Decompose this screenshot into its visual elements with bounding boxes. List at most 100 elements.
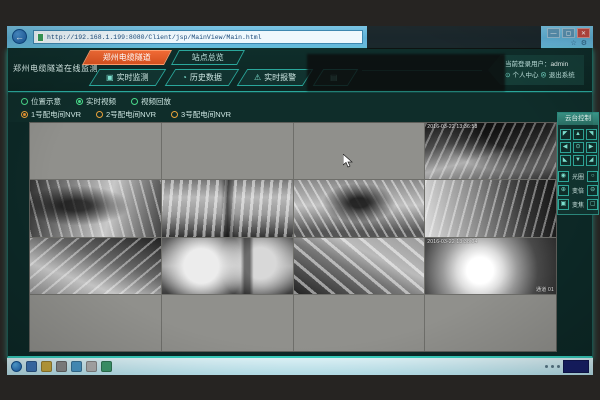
taskbar-app-icon[interactable] [86,361,97,372]
camera-timestamp: 2016-03-22 13:38:04 [427,239,477,245]
tray-icon[interactable] [545,365,548,368]
radio-live-video-label: 实时视频 [86,96,116,107]
nav-realtime-alarm-label: 实时报警 [265,73,297,82]
ptz-right-button[interactable]: ▶ [586,142,597,153]
ptz-up-button[interactable]: ▲ [573,129,584,140]
ptz-up-left-button[interactable]: ◤ [560,129,571,140]
camera-feed-4[interactable] [294,180,425,236]
page-icon [37,33,44,42]
camera-feed-1[interactable]: 2016-03-22 13:36:58 [425,123,556,179]
radio-nvr-3[interactable]: 3号配电间NVR [171,109,231,120]
ptz-down-button[interactable]: ▼ [573,155,584,166]
nav-realtime-monitor[interactable]: ▣实时监测 [89,69,166,86]
ptz-focus-row: ▣ 变焦 ▢ [558,199,598,210]
maximize-button[interactable]: ▢ [562,28,575,38]
camera-feed-5[interactable] [425,180,556,236]
iris-open-button[interactable]: ○ [587,171,598,182]
tab-bar: 郑州电缆隧道 站点总览 [86,50,241,65]
video-cell-empty [425,295,556,351]
camera-feed-8[interactable] [294,238,425,294]
back-button[interactable]: ← [12,29,27,44]
nvr-select-row: 1号配电间NVR 2号配电间NVR 3号配电间NVR [21,108,592,121]
tray-clock-area[interactable] [563,360,589,373]
video-cell-empty [30,123,161,179]
tools-gear-icon[interactable]: ⚙ [581,39,587,47]
ptz-auto-button[interactable]: ⊙ [573,142,584,153]
focus-far-button[interactable]: ▢ [587,199,598,210]
url-text: http://192.168.1.199:8080/Client/jsp/Mai… [47,34,262,41]
monitor-screen: ← http://192.168.1.199:8080/Client/jsp/M… [7,26,593,375]
video-cell-empty [162,295,293,351]
ptz-left-button[interactable]: ◀ [560,142,571,153]
person-icon: ⊙ [505,72,510,79]
nav-history-data-label: 历史数据 [189,73,221,82]
radio-nvr-1-label: 1号配电间NVR [31,109,81,120]
tab-site-overview-label: 站点总览 [192,51,224,65]
url-bar[interactable]: http://192.168.1.199:8080/Client/jsp/Mai… [33,30,363,44]
ptz-direction-pad: ◤ ▲ ◥ ◀ ⊙ ▶ ◣ ▼ ◢ [558,125,598,168]
camera-feed-6[interactable] [30,238,161,294]
camera-feed-7[interactable] [162,238,293,294]
surveillance-app: 郑州电缆隧道在线监测 郑州电缆隧道 站点总览 ▣实时监测 ◔历史数据 ⚠实时报警… [7,48,593,358]
tab-tunnel[interactable]: 郑州电缆隧道 [82,50,172,65]
radio-circle-icon [171,111,178,118]
radio-location-map-label: 位置示意 [31,96,61,107]
start-button[interactable] [11,361,22,372]
logout-link[interactable]: ⊗退出系统 [540,72,575,79]
camera-timestamp: 2016-03-22 13:36:58 [427,124,477,130]
ptz-up-right-button[interactable]: ◥ [586,129,597,140]
taskbar-app-icon[interactable] [56,361,67,372]
tray-icon[interactable] [557,365,560,368]
ptz-down-left-button[interactable]: ◣ [560,155,571,166]
login-user-line: 当前登录用户：admin [505,59,580,70]
taskbar-folder-icon[interactable] [41,361,52,372]
profile-label: 个人中心 [512,72,538,79]
view-mode-row: 位置示意 实时视频 视频回放 [21,95,592,108]
close-button[interactable]: ✕ [577,28,590,38]
video-cell-empty [30,295,161,351]
radio-nvr-1[interactable]: 1号配电间NVR [21,109,81,120]
camera-feed-9[interactable]: 2016-03-22 13:38:04 通道 01 [425,238,556,294]
radio-nvr-2-label: 2号配电间NVR [106,109,156,120]
tray-icon[interactable] [551,365,554,368]
taskbar-ie-icon[interactable] [26,361,37,372]
zoom-in-button[interactable]: ⊕ [558,185,569,196]
radio-video-playback[interactable]: 视频回放 [131,96,171,107]
ptz-panel-title: 云台控制 [558,113,598,125]
minimize-button[interactable]: — [547,28,560,38]
radio-nvr-3-label: 3号配电间NVR [181,109,231,120]
tab-site-overview[interactable]: 站点总览 [171,50,245,65]
nav-realtime-alarm[interactable]: ⚠ 实时报警 [237,69,314,86]
login-user-label: 当前登录用户： [505,61,551,68]
monitor-icon: ▣ [106,73,114,82]
favorites-star-icon[interactable]: ☆ [570,39,576,47]
nav-realtime-monitor-label: 实时监测 [117,73,149,82]
radio-live-video[interactable]: 实时视频 [76,96,116,107]
radio-location-map[interactable]: 位置示意 [21,96,61,107]
window-controls: — ▢ ✕ [547,28,590,38]
camera-feed-3[interactable] [162,180,293,236]
taskbar-app-icon[interactable] [101,361,112,372]
radio-circle-icon [21,98,28,105]
nav-history-data[interactable]: ◔历史数据 [164,69,238,86]
ptz-zoom-row: ⊕ 变倍 ⊖ [558,185,598,196]
history-icon: ◔ [182,73,187,82]
taskbar-app-icon[interactable] [71,361,82,372]
radio-video-playback-label: 视频回放 [141,96,171,107]
radio-nvr-2[interactable]: 2号配电间NVR [96,109,156,120]
iris-label: 光圈 [571,172,586,181]
profile-link[interactable]: ⊙个人中心 [505,72,538,79]
logout-label: 退出系统 [549,72,575,79]
camera-feed-2[interactable] [30,180,161,236]
iris-close-button[interactable]: ◉ [558,171,569,182]
radio-circle-icon [96,111,103,118]
photo-glare [307,54,505,91]
ptz-iris-row: ◉ 光圈 ○ [558,171,598,182]
video-cell-empty [294,123,425,179]
focus-near-button[interactable]: ▣ [558,199,569,210]
focus-label: 变焦 [571,200,586,209]
alarm-icon: ⚠ [254,73,261,82]
ptz-down-right-button[interactable]: ◢ [586,155,597,166]
zoom-out-button[interactable]: ⊖ [587,185,598,196]
radio-circle-icon [131,98,138,105]
